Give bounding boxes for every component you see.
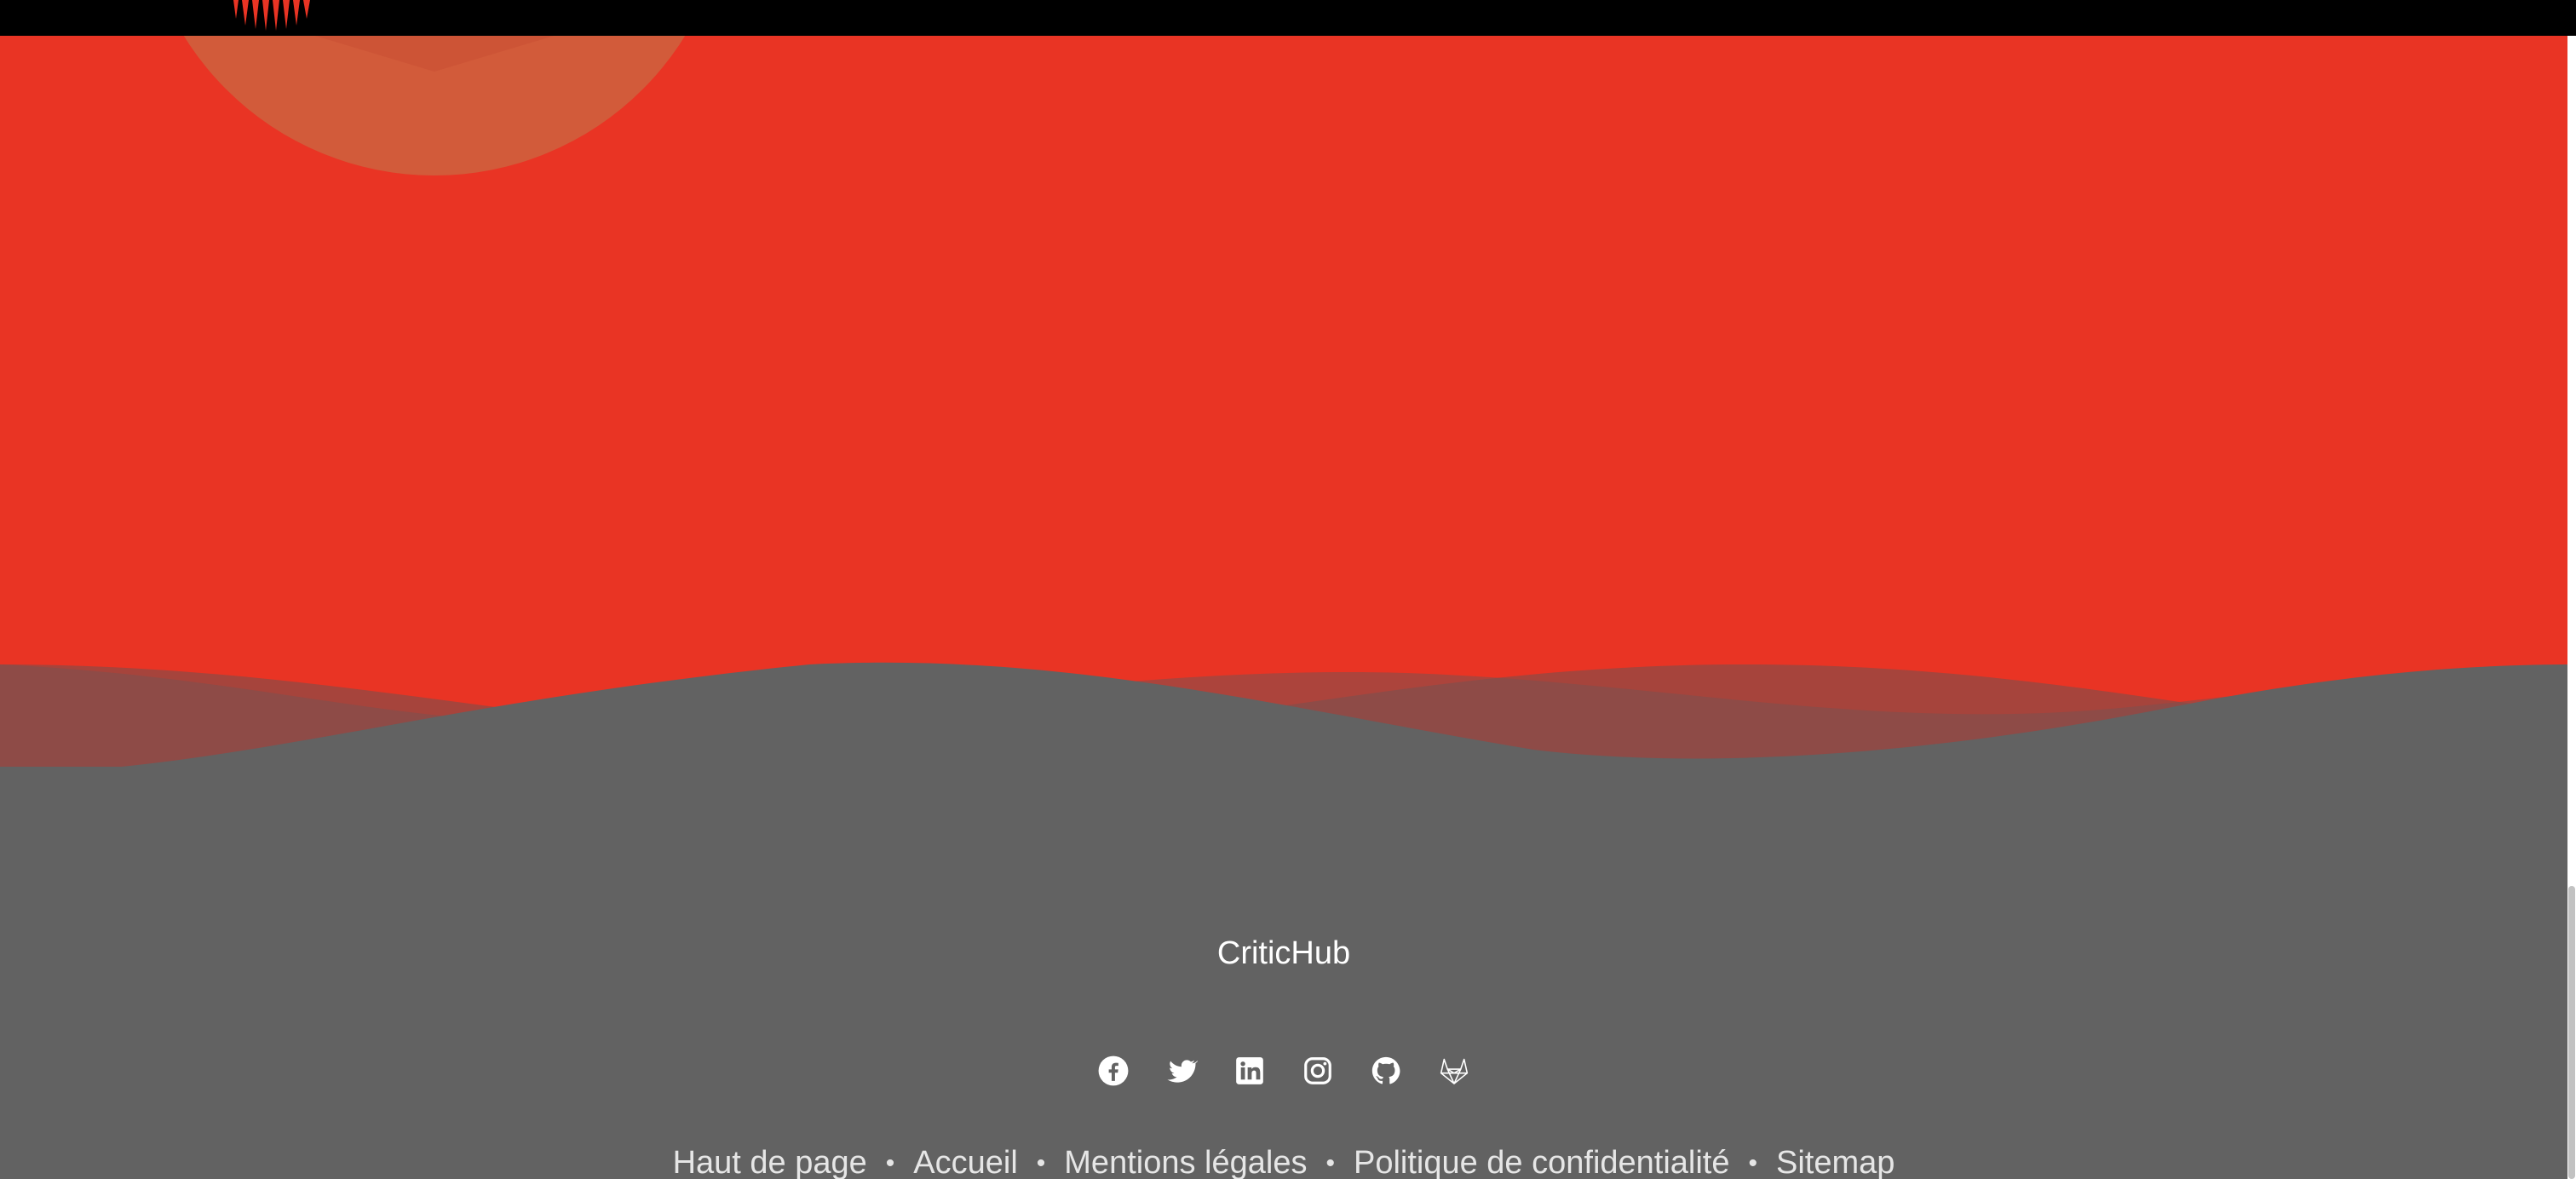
github-icon[interactable] [1370, 1055, 1402, 1087]
footer-link-sitemap[interactable]: Sitemap [1776, 1145, 1895, 1179]
social-links [0, 1055, 2567, 1087]
page: CriticHub Haut de page • Accueil • Menti… [0, 0, 2576, 1179]
logo-icon[interactable] [230, 0, 315, 34]
separator: • [1325, 1148, 1335, 1177]
footer-link-home[interactable]: Accueil [913, 1145, 1018, 1179]
twitter-icon[interactable] [1165, 1055, 1198, 1087]
footer-brand-name: CriticHub [1216, 935, 1351, 971]
instagram-icon[interactable] [1302, 1055, 1334, 1087]
footer-link-top[interactable]: Haut de page [673, 1145, 867, 1179]
linkedin-icon[interactable] [1233, 1055, 1266, 1087]
footer [0, 767, 2576, 1179]
footer-links: Haut de page • Accueil • Mentions légale… [0, 1145, 2567, 1179]
footer-link-legal[interactable]: Mentions légales [1064, 1145, 1307, 1179]
footer-link-privacy[interactable]: Politique de confidentialité [1354, 1145, 1730, 1179]
scrollbar-thumb[interactable] [2568, 886, 2575, 1179]
separator: • [1036, 1148, 1046, 1177]
separator: • [1748, 1148, 1758, 1177]
facebook-icon[interactable] [1097, 1055, 1130, 1087]
gitlab-icon[interactable] [1438, 1055, 1470, 1087]
separator: • [885, 1148, 895, 1177]
top-navigation-bar [0, 0, 2576, 36]
